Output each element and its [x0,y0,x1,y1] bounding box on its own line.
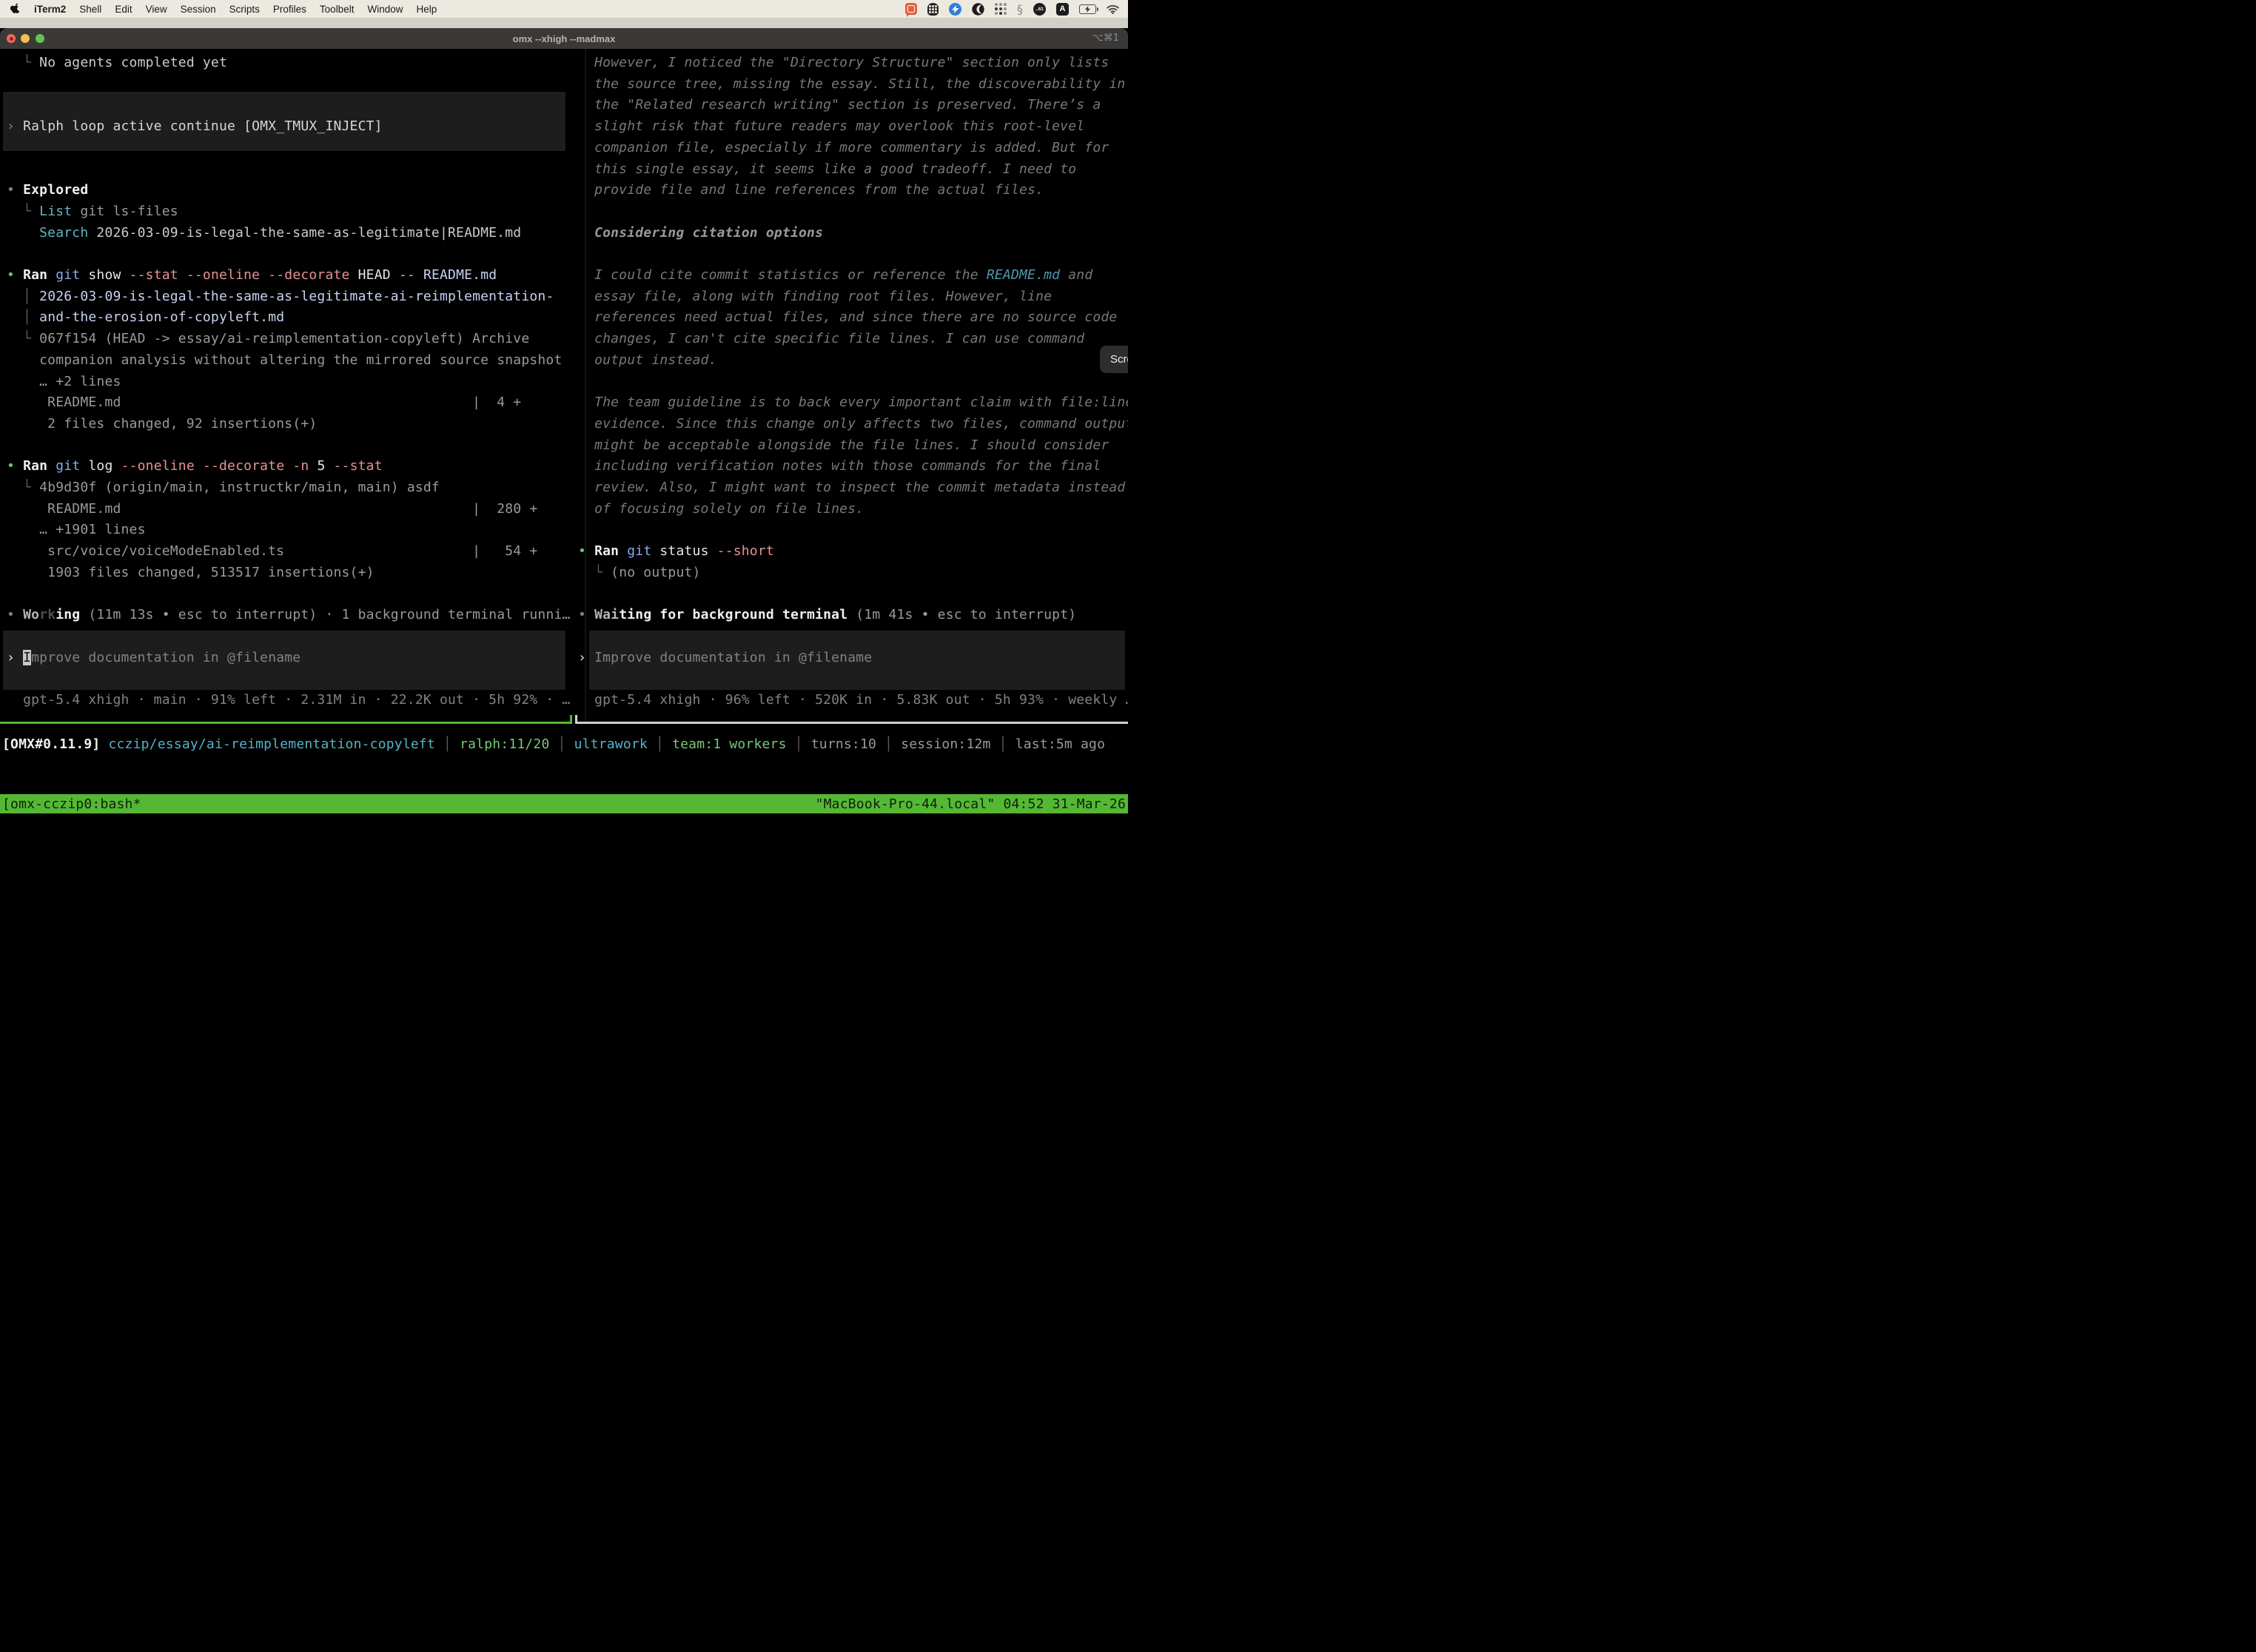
terminal-line: └ 4b9d30f (origin/main, instructkr/main,… [7,480,440,496]
active-pane-border-tick [570,715,572,724]
terminal-line: Search 2026-03-09-is-legal-the-same-as-l… [7,225,521,241]
terminal-line: 2 files changed, 92 insertions(+) [7,416,317,432]
terminal-line: • Ran git log --oneline --decorate -n 5 … [7,458,383,474]
terminal-line: └ No agents completed yet [7,55,227,71]
network-bolt-icon[interactable] [949,2,961,16]
menu-item-session[interactable]: Session [181,4,216,15]
shield-icon[interactable] [927,2,939,16]
terminal-line: essay file, along with finding root file… [578,289,1052,305]
terminal-line: • Waiting for background terminal (1m 41… [578,607,1076,623]
terminal-line: › Improve documentation in @filename [578,650,872,666]
terminal-line: › Improve documentation in @filename [7,650,301,666]
inactive-pane-border-tick [575,715,577,724]
terminal-line: … +2 lines [7,374,121,390]
window-titlebar[interactable]: omx --xhigh --madmax ⌥⌘1 [0,28,1128,49]
terminal-line: README.md | 280 + [7,501,537,517]
screen-share-popup[interactable]: Scre [1100,346,1128,373]
terminal-line: However, I noticed the "Directory Struct… [578,55,1109,71]
terminal-line: The team guideline is to back every impo… [578,394,1128,411]
inactive-pane-border [575,722,1128,724]
iterm-window: omx --xhigh --madmax ⌥⌘1 └ No agents com… [0,28,1128,826]
terminal-line: output instead. [578,352,717,369]
terminal-line: • Working (11m 13s • esc to interrupt) ·… [7,607,571,623]
moon-icon[interactable] [972,2,984,16]
menu-item-profiles[interactable]: Profiles [273,4,306,15]
menu-item-toolbelt[interactable]: Toolbelt [320,4,355,15]
terminal-line: │ and-the-erosion-of-copyleft.md [7,309,284,326]
terminal-line: provide file and line references from th… [578,182,1044,198]
stats-glyph-icon[interactable]: § [1017,2,1023,16]
menu-item-shell[interactable]: Shell [79,4,101,15]
terminal-line: references need actual files, and since … [578,309,1117,326]
terminal-line: 1903 files changed, 513517 insertions(+) [7,565,375,581]
menu-item-window[interactable]: Window [367,4,403,15]
menu-item-scripts[interactable]: Scripts [229,4,260,15]
terminal-line: evidence. Since this change only affects… [578,416,1128,432]
terminal-line: gpt-5.4 xhigh · main · 91% left · 2.31M … [7,692,571,708]
window-shortcut-badge: ⌥⌘1 [1092,28,1119,49]
terminal-line: companion file, especially if more comme… [578,140,1109,156]
chat-app-icon[interactable] [905,2,917,16]
active-pane-border [0,722,572,724]
terminal-area: └ No agents completed yet › Ralph loop ac… [0,49,1128,826]
terminal-line: of focusing solely on file lines. [578,501,864,517]
terminal-line: └ (no output) [578,565,701,581]
grid-dots-icon[interactable] [995,2,1007,16]
terminal-line: • Ran git status --short [578,543,774,560]
terminal-line: › Ralph loop active continue [OMX_TMUX_I… [7,118,383,135]
tmux-host-clock: "MacBook-Pro-44.local" 04:52 31-Mar-26 [816,796,1126,812]
terminal-line: review. Also, I might want to inspect th… [578,480,1125,496]
badge-61-icon[interactable]: ..61 [1033,2,1046,16]
input-source-icon[interactable]: A [1056,2,1069,16]
terminal-line: the "Related research writing" section i… [578,97,1101,113]
terminal-line: this single essay, it seems like a good … [578,161,1076,178]
battery-icon[interactable] [1079,2,1096,16]
menu-bar: iTerm2 Shell Edit View Session Scripts Profile… [0,0,1128,18]
terminal-line: the source tree, missing the essay. Stil… [578,76,1125,93]
terminal-line: I could cite commit statistics or refere… [578,267,1092,283]
right-terminal-pane[interactable]: However, I noticed the "Directory Struct… [578,49,1128,723]
terminal-line: │ 2026-03-09-is-legal-the-same-as-legiti… [7,289,554,305]
menu-item-view[interactable]: View [146,4,167,15]
left-terminal-pane[interactable]: └ No agents completed yet › Ralph loop ac… [7,49,584,723]
omx-status-line: [OMX#0.11.9] cczip/essay/ai-reimplementa… [2,736,1105,753]
window-title: omx --xhigh --madmax [0,33,1128,44]
terminal-line: └ 067f154 (HEAD -> essay/ai-reimplementa… [7,331,529,347]
terminal-line: slight risk that future readers may over… [578,118,1084,135]
terminal-line: • Explored [7,182,88,198]
menu-item-help[interactable]: Help [416,4,437,15]
apple-menu-icon[interactable] [10,3,21,15]
terminal-line: changes, I can't cite specific file line… [578,331,1084,347]
terminal-line: might be acceptable alongside the file l… [578,437,1109,454]
terminal-line: • Ran git show --stat --oneline --decora… [7,267,497,283]
tmux-session-label[interactable]: [omx-cczip0:bash* [2,796,141,812]
terminal-line: including verification notes with those … [578,458,1101,474]
menu-item-edit[interactable]: Edit [115,4,132,15]
terminal-line: Considering citation options [578,225,823,241]
terminal-line: README.md | 4 + [7,394,521,411]
desktop-background [0,18,1128,28]
terminal-line: gpt-5.4 xhigh · 96% left · 520K in · 5.8… [578,692,1128,708]
wifi-icon[interactable] [1107,2,1119,16]
terminal-line: src/voice/voiceModeEnabled.ts | 54 + [7,543,537,560]
terminal-line: … +1901 lines [7,522,146,538]
menu-item-iterm2[interactable]: iTerm2 [34,4,66,15]
terminal-line: companion analysis without altering the … [7,352,563,369]
tmux-status-bar[interactable]: [omx-cczip0:bash* "MacBook-Pro-44.local"… [0,794,1128,813]
terminal-line: └ List git ls-files [7,204,178,220]
